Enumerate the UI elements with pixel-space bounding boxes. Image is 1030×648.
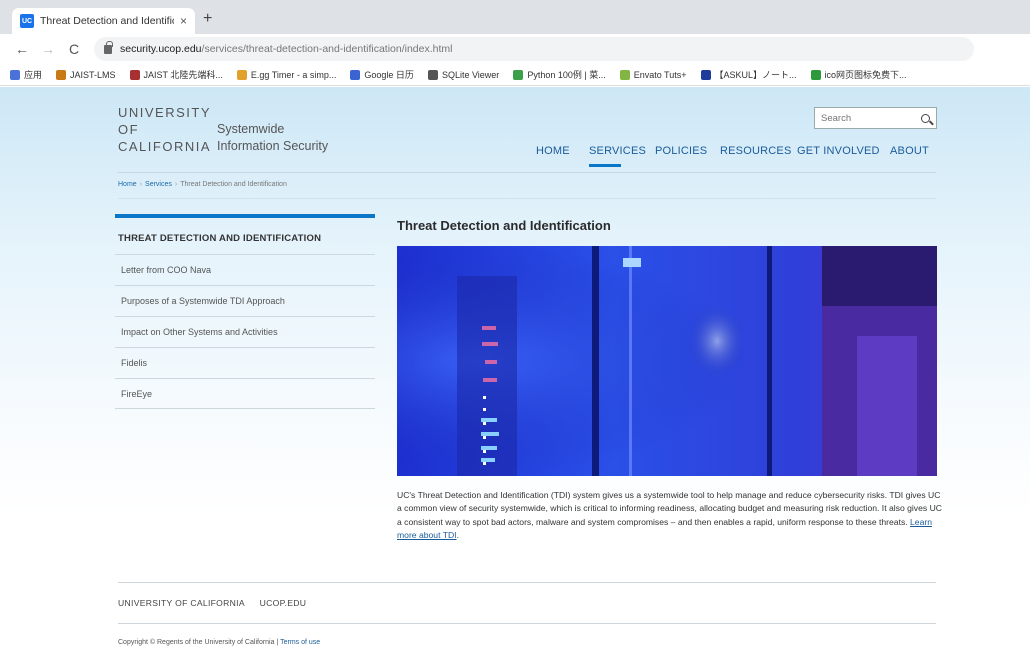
bookmark-label: 应用 — [24, 70, 43, 80]
nav-policies[interactable]: POLICIES — [655, 145, 707, 157]
bookmark-item[interactable]: JAIST 北陸先端科... — [129, 68, 223, 81]
bookmark-label: ico网页图标免费下... — [824, 70, 907, 80]
footer-link-uc[interactable]: UNIVERSITY OF CALIFORNIA — [118, 598, 245, 608]
back-arrow-icon[interactable]: ← — [12, 41, 32, 57]
bookmark-label: JAIST 北陸先端科... — [143, 70, 223, 80]
bookmark-item[interactable]: 应用 — [10, 68, 42, 81]
copyright: Copyright © Regents of the University of… — [118, 639, 320, 646]
bookmark-icon — [810, 69, 821, 80]
bookmark-item[interactable]: JAIST-LMS — [56, 69, 116, 80]
sidebar-heading: THREAT DETECTION AND IDENTIFICATION — [118, 233, 322, 244]
breadcrumb-current: Threat Detection and Identification — [180, 181, 287, 188]
sidebar-nav: Letter from COO Nava Purposes of a Syste… — [115, 254, 375, 409]
logo-line-1: UNIVERSITY — [118, 105, 212, 120]
sidebar-item-purposes[interactable]: Purposes of a Systemwide TDI Approach — [115, 285, 375, 316]
bookmark-label: Envato Tuts+ — [633, 69, 687, 80]
sidebar-accent-bar — [115, 214, 375, 218]
breadcrumb-home[interactable]: Home — [118, 181, 137, 188]
bookmark-item[interactable]: ico网页图标免费下... — [810, 68, 907, 81]
footer-divider-bottom — [118, 623, 936, 624]
url-host: security.ucop.edu — [120, 43, 202, 55]
bookmark-icon — [10, 69, 20, 80]
breadcrumb-separator: › — [139, 181, 143, 188]
browser-tab[interactable]: UC Threat Detection and Identificat × — [12, 8, 195, 34]
bookmark-label: SQLite Viewer — [441, 69, 500, 80]
browser-tab-strip: UC Threat Detection and Identificat × + — [0, 0, 1030, 34]
forward-arrow-icon[interactable]: → — [38, 41, 58, 57]
sidebar-item-letter-from-coo[interactable]: Letter from COO Nava — [115, 254, 375, 285]
bookmark-item[interactable]: Envato Tuts+ — [619, 69, 687, 80]
bookmark-item[interactable]: Python 100例 | 菜... — [513, 68, 606, 81]
copyright-text: Copyright © Regents of the University of… — [118, 639, 279, 646]
bookmark-icon — [513, 69, 524, 80]
page: UNIVERSITY OF CALIFORNIA Systemwide Info… — [0, 87, 1030, 648]
footer-link-ucop[interactable]: UCOP.EDU — [260, 598, 307, 608]
main-nav: HOME SERVICES POLICIES RESOURCES GET INV… — [0, 139, 1030, 169]
url-path: /services/threat-detection-and-identific… — [201, 43, 453, 55]
site-favicon-icon: UC — [20, 14, 34, 28]
nav-home[interactable]: HOME — [536, 145, 570, 157]
address-bar[interactable]: security.ucop.edu/services/threat-detect… — [94, 37, 974, 61]
bookmark-item[interactable]: E.gg Timer - a simp... — [236, 69, 337, 80]
bookmark-label: E.gg Timer - a simp... — [250, 69, 337, 80]
browser-toolbar: ← → C security.ucop.edu/services/threat-… — [0, 34, 1030, 89]
bookmark-icon — [129, 69, 140, 80]
bookmark-label: 【ASKUL】ノート... — [714, 70, 797, 80]
intro-paragraph: UC's Threat Detection and Identification… — [397, 490, 942, 541]
hero-image — [397, 246, 937, 476]
bookmark-icon — [427, 69, 438, 80]
terms-of-use-link[interactable]: Terms of use — [280, 639, 320, 646]
reload-icon[interactable]: C — [64, 41, 84, 57]
breadcrumb-divider — [118, 198, 936, 199]
footer-divider-top — [118, 582, 936, 583]
bookmark-icon — [700, 69, 711, 80]
search-input[interactable] — [821, 112, 921, 124]
lock-icon — [104, 40, 113, 54]
breadcrumb: Home › Services › Threat Detection and Ident… — [118, 181, 287, 188]
sidebar-item-fidelis[interactable]: Fidelis — [115, 347, 375, 378]
logo-subtitle-1: Systemwide — [217, 122, 285, 136]
bookmark-icon — [236, 69, 247, 80]
intro-text: UC's Threat Detection and Identification… — [397, 490, 942, 527]
bookmark-label: Google 日历 — [364, 70, 414, 80]
nav-active-indicator — [589, 164, 621, 167]
breadcrumb-services[interactable]: Services — [145, 181, 172, 188]
tab-title: Threat Detection and Identificat — [40, 15, 174, 27]
nav-services[interactable]: SERVICES — [589, 145, 646, 157]
logo-line-2: OF — [118, 122, 140, 137]
bookmark-label: Python 100例 | 菜... — [527, 70, 606, 80]
page-title: Threat Detection and Identification — [397, 218, 611, 233]
bookmark-item[interactable]: Google 日历 — [350, 68, 414, 81]
nav-about[interactable]: ABOUT — [890, 145, 929, 157]
nav-divider — [118, 172, 936, 173]
search-icon[interactable] — [921, 113, 930, 123]
nav-get-involved[interactable]: GET INVOLVED — [797, 145, 880, 157]
bookmarks-bar: 应用 JAIST-LMS JAIST 北陸先端科... E.gg Timer - a … — [0, 64, 1030, 86]
search-box[interactable] — [814, 107, 937, 129]
new-tab-icon[interactable]: + — [203, 10, 212, 28]
sidebar-item-impact[interactable]: Impact on Other Systems and Activities — [115, 316, 375, 347]
close-tab-icon[interactable]: × — [180, 14, 187, 28]
bookmark-item[interactable]: SQLite Viewer — [427, 69, 500, 80]
bookmark-label: JAIST-LMS — [70, 69, 116, 80]
bookmark-icon — [350, 69, 361, 80]
breadcrumb-separator: › — [174, 181, 178, 188]
bookmark-item[interactable]: 【ASKUL】ノート... — [700, 68, 797, 81]
nav-resources[interactable]: RESOURCES — [720, 145, 791, 157]
bookmark-icon — [56, 69, 67, 80]
footer-links: UNIVERSITY OF CALIFORNIA UCOP.EDU — [118, 598, 318, 608]
sidebar-item-fireeye[interactable]: FireEye — [115, 378, 375, 409]
bookmark-icon — [619, 69, 630, 80]
